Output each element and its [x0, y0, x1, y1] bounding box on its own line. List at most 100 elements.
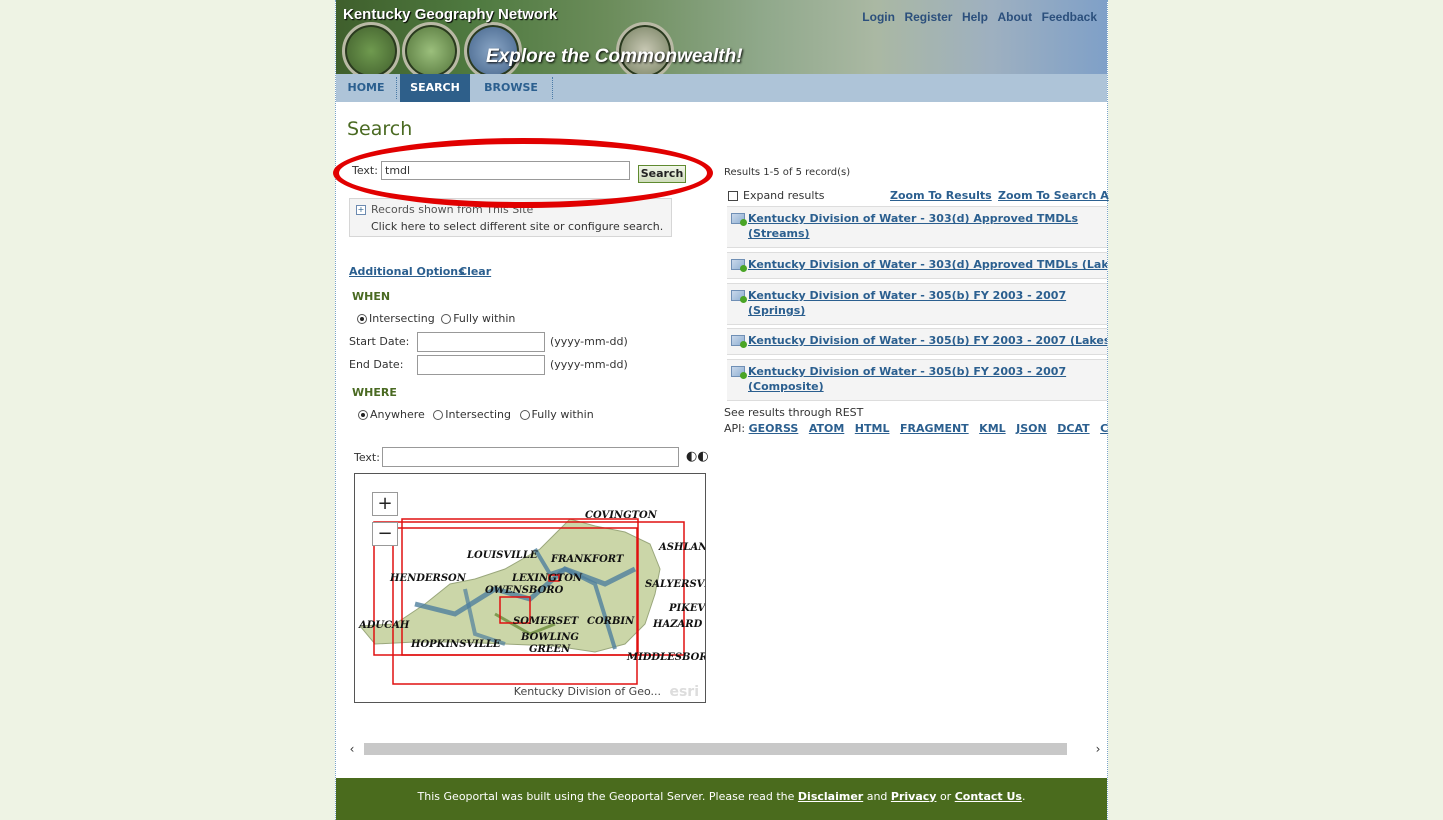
binoculars-icon[interactable]: ◐◐ — [686, 448, 709, 466]
result-title-link[interactable]: Kentucky Division of Water - 305(b) FY 2… — [748, 288, 1107, 318]
map-city-label: HOPKINSVILLE — [411, 639, 501, 650]
help-link[interactable]: Help — [962, 10, 988, 24]
page-container: Kentucky Geography Network Explore the C… — [333, 0, 1109, 820]
expand-results: Expand results — [728, 189, 825, 202]
results-summary: Results 1-5 of 5 record(s) — [724, 167, 851, 178]
result-item: Kentucky Division of Water - 305(b) FY 2… — [727, 328, 1107, 355]
expand-plus-icon[interactable]: + — [356, 205, 366, 215]
map-city-label: SOMERSET — [513, 616, 579, 627]
clear-link[interactable]: Clear — [459, 265, 491, 278]
where-fully-within-radio[interactable] — [519, 410, 530, 420]
dataset-icon — [731, 335, 747, 348]
map-viewer[interactable]: + − COVINGTON ASHLAN LOUISVILLE FRANKFOR… — [354, 473, 706, 703]
dataset-icon — [731, 366, 747, 379]
kml-link[interactable]: KML — [979, 422, 1005, 435]
when-heading: WHEN — [352, 290, 391, 303]
start-date-input[interactable] — [417, 332, 545, 352]
footer-period: . — [1021, 790, 1026, 803]
privacy-link[interactable]: Privacy — [891, 790, 937, 803]
site-title: Kentucky Geography Network — [343, 6, 558, 23]
location-search-input[interactable] — [382, 447, 679, 467]
when-fully-within-label: Fully within — [453, 312, 516, 325]
scrollbar-thumb[interactable] — [364, 743, 1067, 755]
map-city-label: LOUISVILLE — [467, 550, 538, 561]
login-link[interactable]: Login — [862, 10, 895, 24]
disclaimer-link[interactable]: Disclaimer — [798, 790, 863, 803]
tab-browse[interactable]: BROWSE — [474, 74, 548, 102]
result-item: Kentucky Division of Water - 303(d) Appr… — [727, 252, 1107, 279]
dataset-icon — [731, 213, 747, 226]
when-fully-within-radio[interactable] — [441, 314, 452, 324]
dataset-icon — [731, 290, 747, 303]
fragment-link[interactable]: FRAGMENT — [900, 422, 969, 435]
horizontal-scrollbar[interactable]: ‹ › — [345, 741, 1105, 757]
where-anywhere-radio[interactable] — [358, 410, 368, 420]
tab-search[interactable]: SEARCH — [400, 74, 470, 102]
map-city-label: PIKEVI — [669, 603, 706, 614]
site-slogan: Explore the Commonwealth! — [486, 46, 743, 67]
rest-intro: See results through REST — [724, 406, 864, 419]
where-intersecting-radio[interactable] — [433, 410, 444, 420]
where-heading: WHERE — [352, 386, 397, 399]
zoom-out-button[interactable]: − — [372, 522, 398, 546]
map-city-label: LEXINGTON — [512, 573, 583, 584]
map-city-label: ASHLAN — [659, 542, 706, 553]
highlight-ellipse — [333, 138, 713, 208]
footer-text: This Geoportal was built using the Geopo… — [417, 790, 795, 803]
nav-divider — [552, 77, 553, 99]
result-title-link[interactable]: Kentucky Division of Water - 303(d) Appr… — [748, 211, 1107, 241]
about-link[interactable]: About — [997, 10, 1032, 24]
end-date-input[interactable] — [417, 355, 545, 375]
map-attribution: Kentucky Division of Geo... — [513, 685, 661, 698]
result-title-link[interactable]: Kentucky Division of Water - 305(b) FY 2… — [748, 364, 1107, 394]
footer-and: and — [866, 790, 888, 803]
end-date-hint: (yyyy-mm-dd) — [550, 358, 628, 371]
configure-search-link[interactable]: Click here to select different site or c… — [371, 220, 663, 233]
map-city-label: HENDERSON — [390, 573, 466, 584]
georss-link[interactable]: GEORSS — [749, 422, 799, 435]
result-item: Kentucky Division of Water - 305(b) FY 2… — [727, 359, 1107, 401]
rest-api-label: API: — [724, 422, 746, 435]
zoom-in-button[interactable]: + — [372, 492, 398, 516]
scroll-left-icon[interactable]: ‹ — [345, 741, 359, 757]
top-links: Login Register Help About Feedback — [856, 10, 1097, 24]
map-city-label: SALYERSVIL — [645, 579, 705, 590]
scroll-right-icon[interactable]: › — [1091, 741, 1105, 757]
where-intersecting-label: Intersecting — [445, 408, 511, 421]
expand-results-label: Expand results — [743, 189, 825, 202]
csv-link[interactable]: C — [1100, 422, 1108, 435]
result-title-link[interactable]: Kentucky Division of Water - 305(b) FY 2… — [748, 333, 1107, 348]
banner-lens-1 — [342, 22, 400, 74]
page-title: Search — [347, 118, 413, 140]
html-link[interactable]: HTML — [855, 422, 890, 435]
map-city-label: MIDDLESBORO — [627, 652, 705, 663]
feedback-link[interactable]: Feedback — [1042, 10, 1097, 24]
expand-results-checkbox[interactable] — [728, 191, 738, 201]
result-title-link[interactable]: Kentucky Division of Water - 303(d) Appr… — [748, 257, 1107, 272]
start-date-label: Start Date: — [349, 335, 410, 348]
when-options: Intersecting Fully within — [357, 312, 515, 325]
site-banner: Kentucky Geography Network Explore the C… — [336, 0, 1107, 74]
map-city-label: FRANKFORT — [551, 554, 624, 565]
map-city-label: OWENSBORO — [485, 585, 564, 596]
atom-link[interactable]: ATOM — [809, 422, 844, 435]
zoom-to-search-area-link[interactable]: Zoom To Search A — [998, 189, 1109, 202]
map-city-label: GREEN — [529, 644, 571, 655]
dcat-link[interactable]: DCAT — [1057, 422, 1089, 435]
banner-lens-2 — [402, 22, 460, 74]
tab-home[interactable]: HOME — [336, 74, 396, 102]
zoom-to-results-link[interactable]: Zoom To Results — [890, 189, 992, 202]
when-intersecting-radio[interactable] — [357, 314, 367, 324]
result-item: Kentucky Division of Water - 305(b) FY 2… — [727, 283, 1107, 325]
page-footer: This Geoportal was built using the Geopo… — [336, 778, 1107, 820]
register-link[interactable]: Register — [904, 10, 952, 24]
additional-options-link[interactable]: Additional Options — [349, 265, 465, 278]
when-intersecting-label: Intersecting — [369, 312, 435, 325]
json-link[interactable]: JSON — [1016, 422, 1047, 435]
contact-link[interactable]: Contact Us — [955, 790, 1022, 803]
rest-api-links: API: GEORSS ATOM HTML FRAGMENT KML JSON … — [724, 422, 1115, 435]
footer-or: or — [939, 790, 952, 803]
nav-divider — [396, 77, 397, 99]
map-city-label: COVINGTON — [585, 510, 657, 521]
map-text-label: Text: — [354, 451, 380, 464]
